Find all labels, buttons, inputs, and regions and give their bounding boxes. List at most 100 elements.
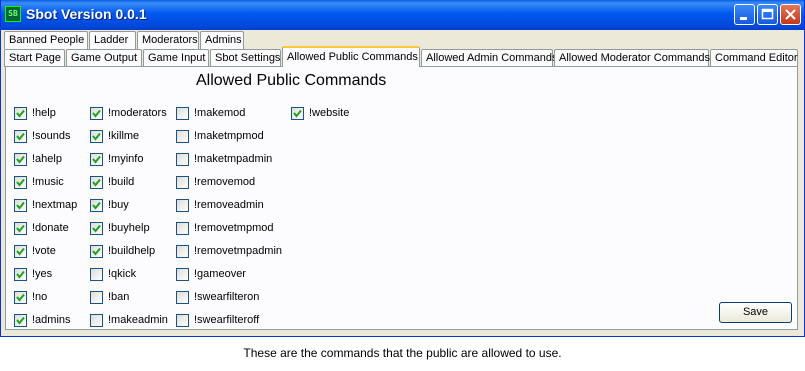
- tab-game-output[interactable]: Game Output: [66, 49, 142, 67]
- command-checkbox-myinfo[interactable]: !myinfo: [90, 151, 143, 167]
- checkbox-checked-icon[interactable]: [14, 244, 27, 258]
- checkbox-checked-icon[interactable]: [14, 290, 27, 304]
- command-checkbox-yes[interactable]: !yes: [14, 266, 52, 282]
- checkbox-unchecked-icon[interactable]: [176, 152, 189, 166]
- command-checkbox-sounds[interactable]: !sounds: [14, 128, 71, 144]
- tab-banned-people[interactable]: Banned People: [4, 31, 88, 49]
- command-checkbox-help[interactable]: !help: [14, 105, 56, 121]
- tab-ladder[interactable]: Ladder: [89, 31, 136, 49]
- tab-allowed-public-commands[interactable]: Allowed Public Commands: [282, 46, 420, 67]
- command-checkbox-maketmpadmin[interactable]: !maketmpadmin: [176, 151, 272, 167]
- command-label: !buy: [108, 199, 129, 211]
- command-checkbox-buyhelp[interactable]: !buyhelp: [90, 220, 150, 236]
- checkbox-checked-icon[interactable]: [90, 244, 103, 258]
- tab-game-input[interactable]: Game Input: [143, 49, 209, 67]
- command-checkbox-music[interactable]: !music: [14, 174, 64, 190]
- caption: These are the commands that the public a…: [243, 346, 562, 360]
- command-checkbox-removemod[interactable]: !removemod: [176, 174, 255, 190]
- command-label: !admins: [32, 314, 71, 326]
- command-label: !no: [32, 291, 48, 303]
- command-checkbox-ban[interactable]: !ban: [90, 289, 129, 305]
- tab-allowed-admin-commands[interactable]: Allowed Admin Commands: [421, 49, 557, 67]
- command-checkbox-vote[interactable]: !vote: [14, 243, 56, 259]
- checkbox-checked-icon[interactable]: [14, 267, 27, 281]
- command-checkbox-nextmap[interactable]: !nextmap: [14, 197, 77, 213]
- checkbox-unchecked-icon[interactable]: [176, 244, 189, 258]
- tab-command-editor[interactable]: Command Editor: [710, 49, 798, 67]
- tab-start-page[interactable]: Start Page: [4, 49, 65, 67]
- checkbox-unchecked-icon[interactable]: [176, 175, 189, 189]
- command-label: !makeadmin: [108, 314, 168, 326]
- command-checkbox-donate[interactable]: !donate: [14, 220, 69, 236]
- command-checkbox-removetmpadmin[interactable]: !removetmpadmin: [176, 243, 282, 259]
- command-label: !moderators: [108, 107, 167, 119]
- checkbox-unchecked-icon[interactable]: [176, 129, 189, 143]
- tab-allowed-moderator-commands[interactable]: Allowed Moderator Commands: [554, 49, 710, 67]
- page-heading: Allowed Public Commands: [196, 72, 387, 89]
- checkbox-unchecked-icon[interactable]: [90, 313, 103, 327]
- checkbox-checked-icon[interactable]: [14, 198, 27, 212]
- command-label: !website: [309, 107, 350, 119]
- checkbox-checked-icon[interactable]: [14, 175, 27, 189]
- command-checkbox-buildhelp[interactable]: !buildhelp: [90, 243, 155, 259]
- command-label: !killme: [108, 130, 140, 142]
- command-checkbox-removetmpmod[interactable]: !removetmpmod: [176, 220, 273, 236]
- command-checkbox-no[interactable]: !no: [14, 289, 47, 305]
- command-checkbox-buy[interactable]: !buy: [90, 197, 129, 213]
- command-checkbox-removeadmin[interactable]: !removeadmin: [176, 197, 264, 213]
- checkbox-unchecked-icon[interactable]: [176, 198, 189, 212]
- save-button[interactable]: Save: [719, 302, 792, 323]
- checkbox-checked-icon[interactable]: [90, 129, 103, 143]
- command-checkbox-gameover[interactable]: !gameover: [176, 266, 246, 282]
- command-label: !help: [32, 107, 56, 119]
- command-checkbox-maketmpmod[interactable]: !maketmpmod: [176, 128, 264, 144]
- checkbox-unchecked-icon[interactable]: [176, 313, 189, 327]
- title-bar[interactable]: SB Sbot Version 0.0.1: [1, 0, 804, 30]
- command-checkbox-killme[interactable]: !killme: [90, 128, 139, 144]
- checkbox-checked-icon[interactable]: [14, 106, 27, 120]
- checkbox-unchecked-icon[interactable]: [176, 267, 189, 281]
- checkbox-checked-icon[interactable]: [90, 106, 103, 120]
- minimize-button[interactable]: [734, 4, 755, 25]
- checkbox-checked-icon[interactable]: [90, 152, 103, 166]
- command-label: !vote: [32, 245, 56, 257]
- command-checkbox-website[interactable]: !website: [291, 105, 349, 121]
- checkbox-checked-icon[interactable]: [14, 313, 27, 327]
- command-checkbox-swearfilteroff[interactable]: !swearfilteroff: [176, 312, 259, 328]
- command-label: !donate: [32, 222, 69, 234]
- checkbox-unchecked-icon[interactable]: [176, 106, 189, 120]
- sb-app-icon: SB: [5, 6, 21, 22]
- checkbox-checked-icon[interactable]: [90, 221, 103, 235]
- checkbox-checked-icon[interactable]: [14, 221, 27, 235]
- checkbox-checked-icon[interactable]: [14, 129, 27, 143]
- checkbox-checked-icon[interactable]: [90, 198, 103, 212]
- command-checkbox-qkick[interactable]: !qkick: [90, 266, 136, 282]
- command-checkbox-makemod[interactable]: !makemod: [176, 105, 245, 121]
- checkbox-unchecked-icon[interactable]: [176, 290, 189, 304]
- command-checkbox-moderators[interactable]: !moderators: [90, 105, 167, 121]
- checkbox-unchecked-icon[interactable]: [90, 267, 103, 281]
- maximize-icon: [761, 8, 774, 20]
- command-label: !swearfilteroff: [194, 314, 260, 326]
- command-checkbox-swearfilteron[interactable]: !swearfilteron: [176, 289, 259, 305]
- checkbox-unchecked-icon[interactable]: [90, 290, 103, 304]
- checkbox-unchecked-icon[interactable]: [176, 221, 189, 235]
- close-button[interactable]: [780, 4, 801, 25]
- app-window: SB Sbot Version 0.0.1 Banned People Ladde…: [0, 0, 805, 337]
- command-label: !sounds: [32, 130, 71, 142]
- command-checkbox-admins[interactable]: !admins: [14, 312, 71, 328]
- command-label: !swearfilteron: [194, 291, 260, 303]
- command-label: !music: [32, 176, 64, 188]
- checkbox-checked-icon[interactable]: [14, 152, 27, 166]
- tab-sbot-settings[interactable]: Sbot Settings: [210, 49, 281, 67]
- command-checkbox-ahelp[interactable]: !ahelp: [14, 151, 62, 167]
- maximize-button[interactable]: [757, 4, 778, 25]
- tab-admins[interactable]: Admins: [200, 31, 244, 49]
- checkbox-checked-icon[interactable]: [90, 175, 103, 189]
- tab-moderators[interactable]: Moderators: [137, 31, 199, 49]
- command-checkbox-makeadmin[interactable]: !makeadmin: [90, 312, 168, 328]
- command-label: !qkick: [108, 268, 137, 280]
- checkbox-checked-icon[interactable]: [291, 106, 304, 120]
- command-checkbox-build[interactable]: !build: [90, 174, 134, 190]
- command-label: !maketmpmod: [194, 130, 264, 142]
